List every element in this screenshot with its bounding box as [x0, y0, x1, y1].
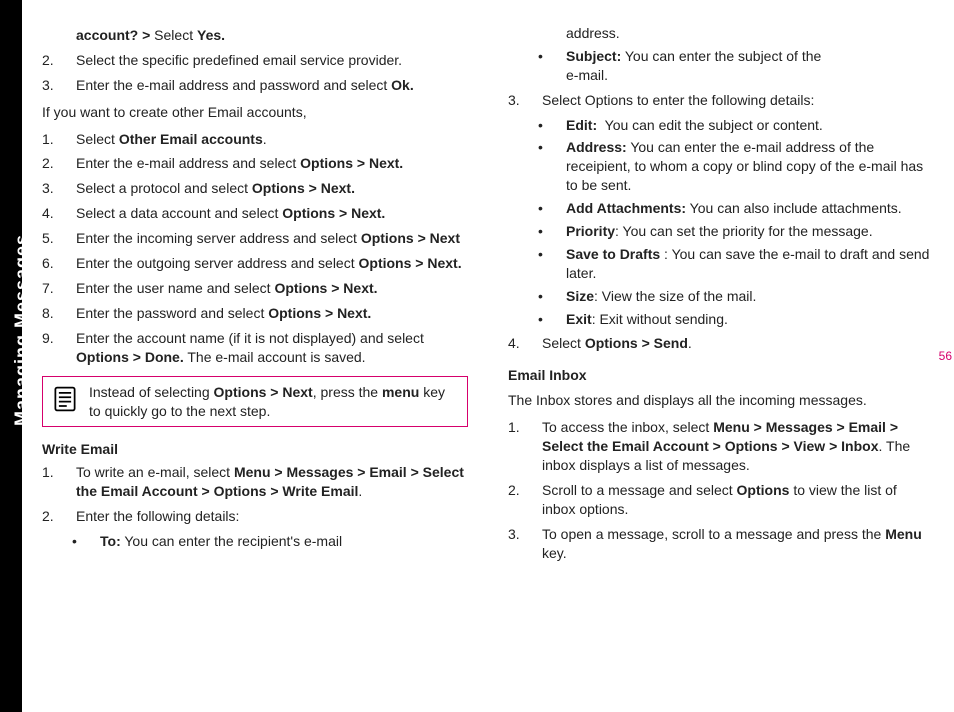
list-index: 4. — [508, 334, 538, 353]
list-index: 3. — [508, 91, 538, 110]
bullet: • — [538, 310, 562, 329]
bullet: • — [538, 199, 562, 218]
text: Select Other Email accounts. — [72, 130, 468, 149]
left-column: account? > Select Yes. 2.Select the spec… — [42, 20, 468, 568]
list-index: 2. — [42, 154, 72, 173]
list-index: 2. — [508, 481, 538, 519]
text: To write an e-mail, select Menu > Messag… — [72, 463, 468, 501]
text: To access the inbox, select Menu > Messa… — [538, 418, 934, 475]
text: Select a protocol and select Options > N… — [72, 179, 468, 198]
text: Size: View the size of the mail. — [562, 287, 934, 306]
section-heading: Write Email — [42, 441, 468, 457]
text: Edit: You can edit the subject or conten… — [562, 116, 934, 135]
list-index: 3. — [508, 525, 538, 563]
bullet: • — [538, 222, 562, 241]
list-index: 1. — [42, 463, 72, 501]
text: Select the specific predefined email ser… — [72, 51, 468, 70]
list-index: 3. — [42, 179, 72, 198]
text: If you want to create other Email accoun… — [42, 103, 468, 122]
text: Scroll to a message and select Options t… — [538, 481, 934, 519]
side-label: Managing Messages — [12, 286, 33, 426]
text: To open a message, scroll to a message a… — [538, 525, 934, 563]
text: To: You can enter the recipient's e-mail — [96, 532, 468, 551]
bullet: • — [538, 116, 562, 135]
note-icon — [51, 385, 79, 413]
list-index: 7. — [42, 279, 72, 298]
page-content: account? > Select Yes. 2.Select the spec… — [42, 20, 934, 692]
text: Subject: You can enter the subject of th… — [562, 47, 934, 85]
text: The Inbox stores and displays all the in… — [508, 391, 934, 410]
note-text: Instead of selecting Options > Next, pre… — [89, 383, 459, 419]
bullet: • — [538, 138, 562, 195]
right-column: address. •Subject: You can enter the sub… — [508, 20, 934, 568]
text: Enter the following details: — [72, 507, 468, 526]
list-index: 8. — [42, 304, 72, 323]
list-index: 6. — [42, 254, 72, 273]
text: Address: You can enter the e-mail addres… — [562, 138, 934, 195]
text: Add Attachments: You can also include at… — [562, 199, 934, 218]
text: Select Options to enter the following de… — [538, 91, 934, 110]
list-index: 3. — [42, 76, 72, 95]
text: Priority: You can set the priority for t… — [562, 222, 934, 241]
list-index: 1. — [42, 130, 72, 149]
list-index: 9. — [42, 329, 72, 367]
bullet: • — [538, 245, 562, 283]
bullet: • — [538, 47, 562, 85]
text: Enter the e-mail address and select Opti… — [72, 154, 468, 173]
list-index: 5. — [42, 229, 72, 248]
text: Select a data account and select Options… — [72, 204, 468, 223]
text: Enter the user name and select Options >… — [72, 279, 468, 298]
list-index: 2. — [42, 51, 72, 70]
text: Enter the account name (if it is not dis… — [72, 329, 468, 367]
text: Enter the incoming server address and se… — [72, 229, 468, 248]
text: Enter the password and select Options > … — [72, 304, 468, 323]
list-index: 2. — [42, 507, 72, 526]
note-box: Instead of selecting Options > Next, pre… — [42, 376, 468, 426]
text: Enter the e-mail address and password an… — [72, 76, 468, 95]
text: account? > Select Yes. — [72, 26, 468, 45]
text: Enter the outgoing server address and se… — [72, 254, 468, 273]
sidebar: Managing Messages — [0, 0, 22, 712]
text: Select Options > Send. — [538, 334, 934, 353]
section-heading: Email Inbox — [508, 367, 934, 383]
bullet: • — [538, 287, 562, 306]
list-index: 4. — [42, 204, 72, 223]
text: Exit: Exit without sending. — [562, 310, 934, 329]
text: Save to Drafts : You can save the e-mail… — [562, 245, 934, 283]
list-index: 1. — [508, 418, 538, 475]
text: address. — [562, 24, 934, 43]
page-number: 56 — [939, 349, 952, 363]
bullet: • — [72, 532, 96, 551]
